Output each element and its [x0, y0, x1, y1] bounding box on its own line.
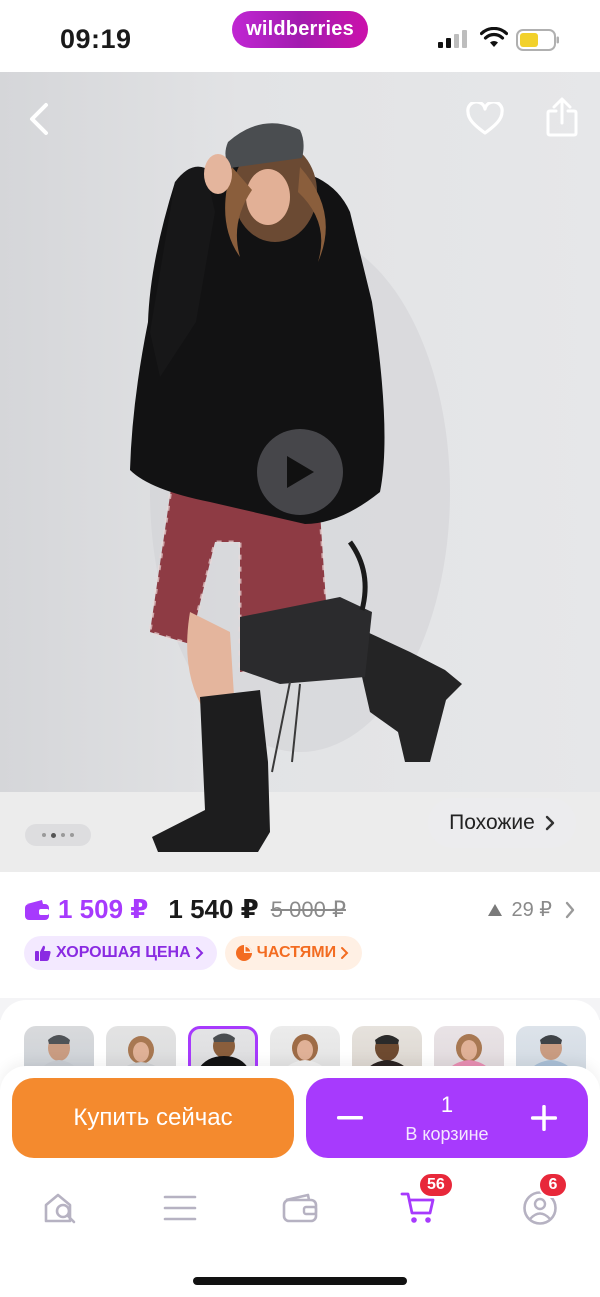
variant-thumbnail[interactable] — [434, 1026, 504, 1070]
thumbs-up-icon — [35, 945, 51, 961]
plus-icon — [531, 1105, 557, 1131]
installments-badge[interactable]: ЧАСТЯМИ — [224, 936, 363, 970]
favorite-button[interactable] — [460, 94, 510, 144]
wallet-icon — [282, 1193, 318, 1223]
tab-cart[interactable]: 56 — [388, 1172, 454, 1238]
variant-thumbnail[interactable] — [270, 1026, 340, 1070]
status-bar: 09:19 wildberries — [0, 0, 600, 72]
old-price: 5 000 ₽ — [270, 896, 346, 922]
buy-now-button[interactable]: Купить сейчас — [12, 1078, 294, 1158]
similar-items-label: Похожие — [449, 811, 535, 834]
cellular-signal-icon — [438, 30, 467, 48]
variant-thumbnail[interactable] — [24, 1026, 94, 1070]
heart-icon — [466, 102, 504, 135]
bottom-action-bar: Купить сейчас 1 В корзине 56 6 — [0, 1066, 600, 1297]
image-pager-dots — [25, 824, 91, 846]
installments-label: ЧАСТЯМИ — [256, 944, 337, 961]
cart-count-badge: 56 — [418, 1172, 454, 1198]
wallet-price[interactable]: 1 509 ₽ — [24, 894, 148, 925]
chevron-right-icon — [195, 947, 204, 959]
status-time: 09:19 — [60, 24, 132, 54]
tab-wallet[interactable] — [270, 1178, 330, 1238]
good-price-label: ХОРОШАЯ ЦЕНА — [56, 944, 191, 961]
current-price: 1 540 ₽ — [168, 894, 259, 924]
similar-items-button[interactable]: Похожие — [428, 798, 576, 848]
share-button[interactable] — [537, 92, 587, 142]
variant-thumbnail-selected[interactable] — [188, 1026, 258, 1070]
profile-notification-badge: 6 — [538, 1172, 568, 1198]
wallet-price-value: 1 509 ₽ — [58, 894, 149, 924]
search-home-icon — [44, 1193, 76, 1224]
price-row: 1 509 ₽ 1 540 ₽ 5 000 ₽ 29 ₽ — [24, 894, 576, 925]
pager-dot — [61, 833, 65, 837]
product-image-gallery[interactable]: Похожие — [0, 72, 600, 872]
home-indicator[interactable] — [193, 1277, 407, 1285]
pie-chart-icon — [235, 945, 252, 961]
wallet-icon — [25, 899, 49, 920]
share-icon — [546, 97, 578, 137]
play-video-button[interactable] — [257, 429, 343, 515]
chevron-left-icon — [30, 103, 48, 135]
variant-thumbnail[interactable] — [516, 1026, 586, 1070]
menu-icon — [163, 1195, 197, 1221]
price-history-button[interactable]: 29 ₽ — [487, 897, 576, 922]
back-button[interactable] — [14, 94, 64, 144]
pager-dot — [42, 833, 46, 837]
variant-thumbnail[interactable] — [106, 1026, 176, 1070]
thumbnail-strip — [24, 1026, 586, 1070]
tab-bar: 56 6 — [0, 1172, 600, 1238]
tab-catalog[interactable] — [150, 1178, 210, 1238]
pager-dot-active — [51, 832, 56, 838]
price-change-value: 29 ₽ — [511, 899, 552, 921]
battery-icon — [516, 29, 559, 51]
brand-logo: wildberries — [232, 11, 368, 48]
good-price-badge[interactable]: ХОРОШАЯ ЦЕНА — [24, 936, 217, 970]
color-variants — [0, 1000, 600, 1070]
tab-profile[interactable]: 6 — [510, 1172, 570, 1238]
chevron-right-icon — [341, 947, 349, 959]
chevron-right-icon — [545, 815, 555, 831]
price-badges: ХОРОШАЯ ЦЕНА ЧАСТЯМИ — [24, 936, 363, 970]
price-block: 1 509 ₽ 1 540 ₽ 5 000 ₽ 29 ₽ ХОРОШАЯ ЦЕН… — [0, 872, 600, 998]
cart-stepper: 1 В корзине — [306, 1078, 588, 1158]
chevron-right-icon — [565, 901, 575, 918]
pager-dot — [70, 833, 74, 837]
wifi-icon — [480, 27, 508, 47]
triangle-up-icon — [488, 903, 503, 916]
variant-thumbnail[interactable] — [352, 1026, 422, 1070]
increase-quantity-button[interactable] — [522, 1096, 566, 1140]
tab-home[interactable] — [30, 1178, 90, 1238]
play-icon — [287, 456, 314, 488]
